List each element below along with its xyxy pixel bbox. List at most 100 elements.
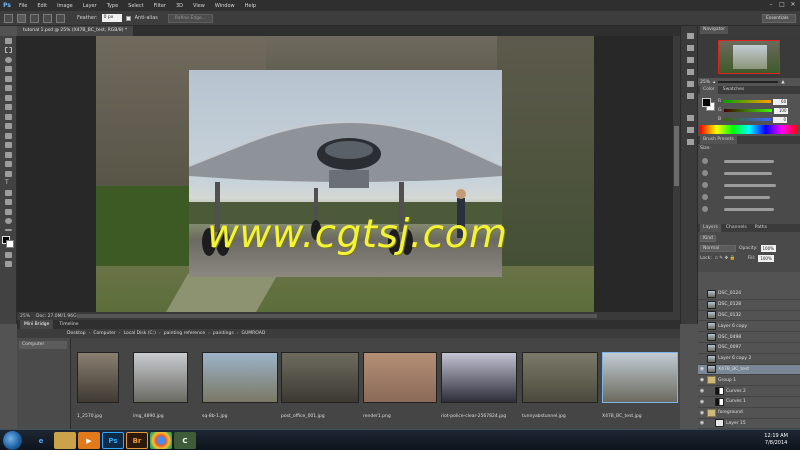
brush-icon[interactable] — [681, 112, 699, 124]
breadcrumb-item[interactable]: Local Disk (C:) — [124, 331, 156, 336]
zoom-tool-icon[interactable] — [0, 217, 17, 227]
tab-brush-presets[interactable]: Brush Presets — [700, 136, 737, 144]
layer-visibility-eye-icon[interactable] — [699, 291, 705, 297]
layer-visibility-eye-icon[interactable] — [699, 334, 705, 340]
brush-tool-icon[interactable] — [0, 103, 17, 113]
camtasia-icon[interactable]: C — [174, 432, 196, 449]
layer-row[interactable]: ◉ Curves 1 — [698, 397, 800, 408]
menu-window[interactable]: Window — [210, 3, 240, 9]
canvas-horizontal-scrollbar[interactable] — [77, 314, 597, 318]
navigator-zoom-slider[interactable] — [718, 81, 779, 83]
new-selection-icon[interactable] — [17, 13, 26, 23]
quick-mask-icon[interactable] — [0, 250, 17, 260]
mini-bridge-thumbnail[interactable] — [602, 352, 678, 403]
more-tools-icon[interactable] — [0, 226, 17, 234]
info-icon[interactable] — [681, 54, 699, 66]
document-tab[interactable]: tutorial 1.psd @ 25% (X47B_BC_test, RGB/… — [17, 26, 134, 36]
layer-row[interactable]: ◉ X47B_BC_test — [698, 364, 800, 376]
menu-3d[interactable]: 3D — [171, 3, 188, 9]
healing-brush-tool-icon[interactable] — [0, 93, 17, 103]
layer-visibility-eye-icon[interactable] — [699, 356, 705, 362]
menu-help[interactable]: Help — [240, 3, 261, 9]
add-selection-icon[interactable] — [30, 13, 39, 23]
eraser-tool-icon[interactable] — [0, 131, 17, 141]
start-button[interactable] — [3, 431, 22, 450]
menu-edit[interactable]: Edit — [32, 3, 52, 9]
clone-stamp-tool-icon[interactable] — [0, 112, 17, 122]
photoshop-icon[interactable]: Ps — [102, 432, 124, 449]
navigator-view-box[interactable] — [718, 40, 780, 74]
anti-alias-checkbox[interactable] — [125, 15, 131, 21]
workspace-select[interactable]: Essentials — [762, 14, 796, 23]
brush-preset-stroke[interactable] — [724, 196, 770, 199]
clone-source-icon[interactable] — [681, 124, 699, 136]
layer-row[interactable]: DSC_0124 — [698, 289, 800, 300]
marquee-tool-preset-icon[interactable] — [4, 13, 13, 23]
quick-selection-tool-icon[interactable] — [0, 65, 17, 75]
channel-b-slider[interactable] — [723, 118, 772, 121]
layer-row[interactable]: DSC_0128 — [698, 300, 800, 311]
color-foreground-swatch[interactable] — [702, 98, 711, 107]
menu-image[interactable]: Image — [52, 3, 78, 9]
breadcrumb-item[interactable]: Computer — [93, 331, 115, 336]
canvas-vertical-scrollbar[interactable] — [673, 36, 680, 312]
layer-row[interactable]: Layer 6 copy 2 — [698, 354, 800, 365]
paragraph-icon[interactable] — [681, 90, 699, 102]
brush-preset-tip[interactable] — [702, 182, 708, 188]
properties-icon[interactable] — [681, 42, 699, 54]
menu-select[interactable]: Select — [123, 3, 148, 9]
layer-row[interactable]: DSC_0498 — [698, 332, 800, 343]
mini-bridge-thumbnail[interactable] — [133, 352, 188, 403]
tab-layers[interactable]: Layers — [700, 224, 721, 232]
system-clock[interactable]: 12:19 AM 7/8/2014 — [764, 433, 788, 447]
breadcrumb-item[interactable]: painting reference — [164, 331, 205, 336]
tab-paths[interactable]: Paths — [752, 224, 770, 232]
screen-mode-icon[interactable] — [0, 260, 17, 270]
hand-tool-icon[interactable] — [0, 207, 17, 217]
channel-r-slider[interactable] — [723, 100, 772, 103]
mini-bridge-thumbnail[interactable] — [522, 352, 598, 403]
zoom-level[interactable]: 25% — [20, 314, 30, 319]
layer-visibility-eye-icon[interactable] — [699, 312, 705, 318]
mini-bridge-thumbnail[interactable] — [77, 352, 119, 403]
path-selection-tool-icon[interactable] — [0, 188, 17, 198]
refine-edge-button[interactable]: Refine Edge... — [167, 13, 214, 23]
layer-visibility-eye-icon[interactable]: ◉ — [699, 399, 705, 405]
channel-r-value[interactable]: 60 — [773, 98, 788, 105]
layer-visibility-eye-icon[interactable]: ◉ — [699, 410, 705, 416]
navigator-zoom-value[interactable]: 25% — [700, 80, 710, 85]
dodge-tool-icon[interactable] — [0, 160, 17, 170]
brush-preset-stroke[interactable] — [724, 208, 774, 211]
layer-visibility-eye-icon[interactable] — [699, 302, 705, 308]
layer-visibility-eye-icon[interactable] — [699, 345, 705, 351]
layer-row[interactable]: ◉ Curves 2 — [698, 386, 800, 397]
tab-channels[interactable]: Channels — [723, 224, 750, 232]
layer-visibility-eye-icon[interactable]: ◉ — [699, 420, 705, 426]
brush-preset-tip[interactable] — [702, 170, 708, 176]
layer-kind-filter[interactable]: Kind — [700, 234, 716, 242]
bridge-icon[interactable]: Br — [126, 432, 148, 449]
channel-g-value[interactable]: 100 — [773, 107, 788, 114]
history-brush-tool-icon[interactable] — [0, 122, 17, 132]
move-tool-icon[interactable] — [0, 36, 17, 46]
channel-g-slider[interactable] — [723, 109, 772, 112]
tab-timeline[interactable]: Timeline — [55, 320, 82, 329]
tab-mini-bridge[interactable]: Mini Bridge — [20, 320, 54, 329]
lasso-tool-icon[interactable] — [0, 55, 17, 65]
explorer-icon[interactable] — [54, 432, 76, 449]
lock-icons[interactable]: ▫ ✎ ✥ 🔒 — [715, 256, 745, 261]
color-swatches[interactable] — [0, 234, 16, 250]
layer-row[interactable]: ◉ Layer 15 — [698, 419, 800, 430]
tool-presets-icon[interactable] — [681, 136, 699, 148]
actions-icon[interactable] — [681, 66, 699, 78]
brush-preset-tip[interactable] — [702, 194, 708, 200]
tab-color[interactable]: Color — [700, 86, 718, 94]
layer-row[interactable]: Layer 6 copy — [698, 321, 800, 333]
layer-visibility-eye-icon[interactable]: ◉ — [699, 377, 705, 383]
marquee-tool-icon[interactable] — [0, 46, 17, 56]
eyedropper-tool-icon[interactable] — [0, 84, 17, 94]
pen-tool-icon[interactable] — [0, 169, 17, 179]
opacity-input[interactable]: 100% — [760, 244, 776, 252]
layer-row[interactable]: ◉ foreground — [698, 408, 800, 419]
mini-bridge-thumbnail[interactable] — [281, 352, 359, 403]
